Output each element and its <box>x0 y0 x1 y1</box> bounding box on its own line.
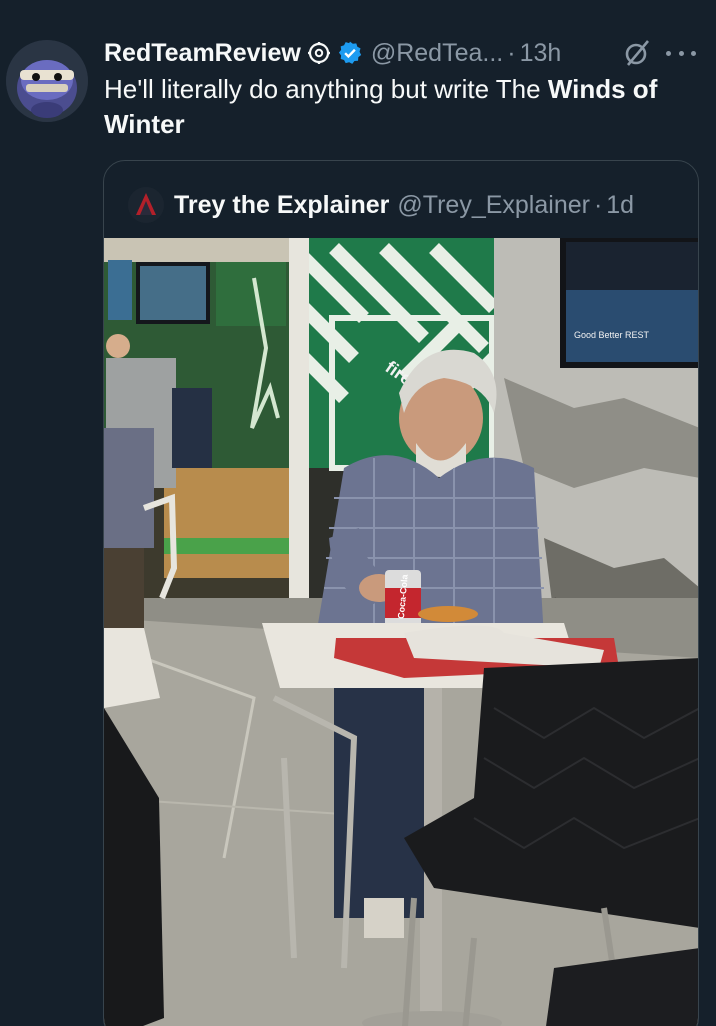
grok-icon[interactable] <box>622 38 652 68</box>
avatar[interactable] <box>6 40 88 122</box>
quote-separator-dot: · <box>593 190 603 219</box>
display-name[interactable]: RedTeamReview <box>104 36 301 70</box>
settings-gear-badge-icon <box>307 41 331 65</box>
tweet[interactable]: RedTeamReview @RedTea... · 13h He'll lit… <box>0 0 716 1026</box>
tv-text: Good Better REST <box>574 330 650 340</box>
separator-dot: · <box>507 39 516 67</box>
tweet-header: RedTeamReview @RedTea... · 13h <box>104 36 696 70</box>
verified-badge-icon <box>337 40 363 66</box>
more-options-icon[interactable] <box>666 38 696 68</box>
quote-avatar[interactable] <box>128 187 164 223</box>
tweet-text: He'll literally do anything but write Th… <box>104 72 684 142</box>
quote-handle[interactable]: @Trey_Explainer <box>397 191 590 220</box>
timestamp[interactable]: 13h <box>520 36 562 70</box>
quote-timestamp[interactable]: 1d <box>606 191 634 220</box>
tweet-text-plain: He'll literally do anything but write Th… <box>104 74 548 104</box>
quote-display-name[interactable]: Trey the Explainer <box>174 191 389 220</box>
handle[interactable]: @RedTea... <box>371 36 503 70</box>
quote-header: Trey the Explainer @Trey_Explainer · 1d <box>128 185 634 225</box>
quoted-tweet[interactable]: Trey the Explainer @Trey_Explainer · 1d <box>103 160 699 1026</box>
quote-photo[interactable]: fire Good Better REST Coca-Cola <box>104 238 698 1026</box>
